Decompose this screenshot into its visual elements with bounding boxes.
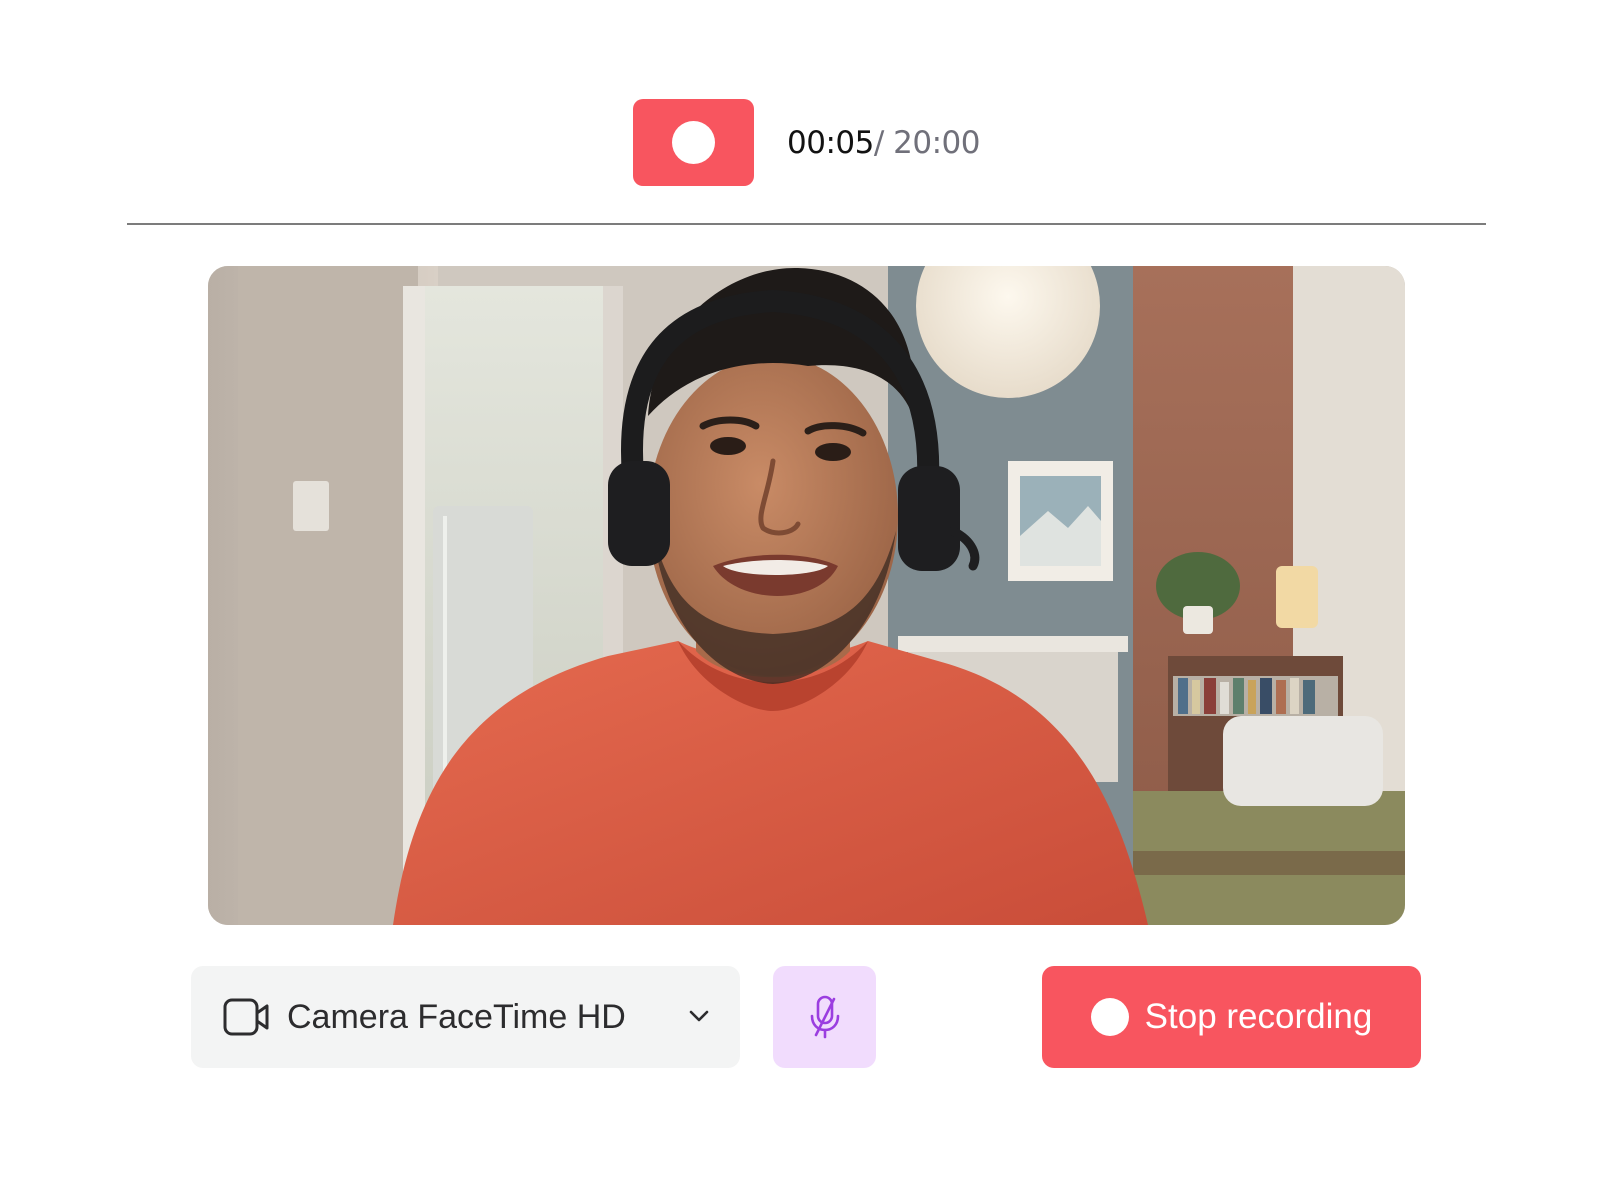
stop-recording-button[interactable]: Stop recording (1042, 966, 1421, 1068)
recording-indicator (633, 99, 754, 186)
video-camera-icon (223, 998, 269, 1036)
microphone-off-icon (810, 995, 839, 1039)
microphone-toggle-button[interactable] (773, 966, 876, 1068)
camera-select-value: Camera FaceTime HD (287, 997, 626, 1036)
record-dot-icon (1090, 998, 1129, 1036)
elapsed-time: 00:05 (787, 125, 874, 161)
webcam-feed-image (208, 266, 1405, 925)
recording-timer: 00:05/ 20:00 (787, 121, 980, 165)
divider (127, 223, 1486, 225)
camera-preview (208, 266, 1405, 925)
chevron-down-icon (689, 1010, 709, 1022)
camera-select[interactable]: Camera FaceTime HD (191, 966, 740, 1068)
time-limit: / 20:00 (873, 125, 981, 161)
stop-recording-label: Stop recording (1144, 997, 1373, 1036)
record-dot-icon (672, 121, 715, 164)
